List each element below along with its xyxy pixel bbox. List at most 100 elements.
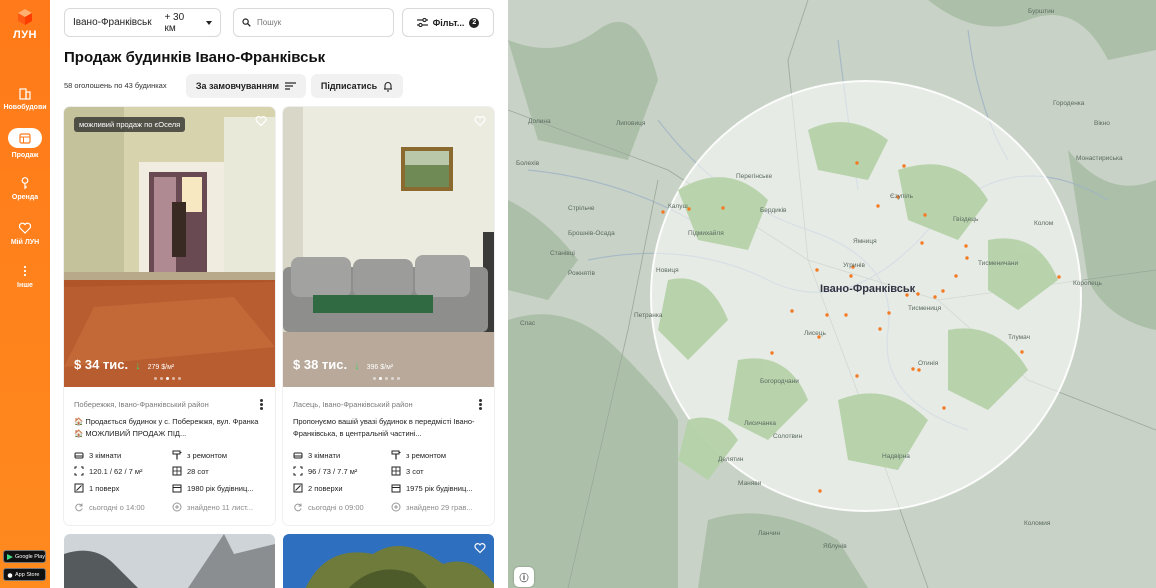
map-place-label: Тлумач [1008,334,1030,341]
sidebar-item-novobudovy[interactable]: Новобудови [0,86,50,112]
map-place-label: Спас [520,320,536,327]
app-store-badge[interactable]: App Store [3,568,46,581]
photo-carousel-dots[interactable] [154,377,181,380]
google-play-badge[interactable]: Google Play [3,550,46,563]
living-room-photo-image [283,107,494,387]
map-place-label: Стрільче [568,205,595,212]
listings-panel: Івано-Франківськ + 30 км Фільт... 2 Прод… [50,0,508,588]
spec-area: 120.1 / 62 / 7 м² [74,466,143,476]
map-place-label: Калуш [668,203,688,210]
map-place-label: Тисмениця [908,305,942,312]
search-box[interactable] [233,8,394,37]
sidebar-item-orenda[interactable]: Оренда [0,176,50,202]
price-per-m2: 279 $/м² [147,364,175,371]
map-place-label: Підмихайля [688,230,724,237]
map-place-label: Лисець [804,330,826,337]
paint-roller-icon [391,450,401,460]
filters-button[interactable]: Фільт... 2 [402,8,494,37]
favorite-heart-icon[interactable] [474,542,486,554]
sidebar-item-label: Продаж [11,152,39,159]
map-place-label: Станівці [550,250,575,257]
spec-found[interactable]: знайдено 29 грав... [391,502,473,512]
refresh-icon [75,503,83,512]
cube-logo-icon [16,8,34,26]
price-row: $ 38 тис. ↓ 396 $/м² [293,357,393,372]
listing-details: Ласець, Івано-Франківський район Пропону… [283,387,494,525]
favorite-heart-icon[interactable] [474,115,486,127]
info-icon[interactable]: ⓘ [514,567,534,587]
filters-bar: Івано-Франківськ + 30 км Фільт... 2 [64,8,494,37]
filters-label: Фільт... [432,17,465,28]
listing-locality[interactable]: Ласець, Івано-Франківський район [293,400,413,409]
floors-icon [74,483,84,493]
listing-description: Пропонуємо вашій увазі будинок в передмі… [293,417,475,438]
map-place-label: Ланчин [758,530,781,537]
map-place-label: Вікно [1094,120,1110,127]
listing-card[interactable] [283,534,494,588]
eoselia-tag: можливий продаж по єОселя [74,117,186,132]
sort-icon [285,82,297,90]
listing-photo [283,534,494,588]
map-place-label: Бердиків [760,207,787,214]
google-play-icon [7,553,13,560]
sidebar-item-prodazh[interactable]: Продаж [0,128,50,160]
spec-land: 28 сот [172,466,209,476]
sliders-icon [416,18,428,27]
more-icon [23,265,27,277]
map-place-label: Тисменичани [978,260,1019,267]
price-row: $ 34 тис. ↓ 279 $/м² [74,357,174,372]
spec-rooms: 3 кімнати [74,450,121,460]
kebab-menu-icon[interactable] [260,399,263,410]
map-view[interactable]: Івано-Франківськ Бурштин Калуш Перегінсь… [508,0,1156,588]
map-place-label: Брошнів-Осада [568,230,615,237]
sidebar-item-miy-lun[interactable]: Мій ЛУН [0,221,50,247]
map-place-label: Яблунів [823,543,847,550]
map-place-label: Богородчани [760,378,799,385]
listing-count: 58 оголошень по 43 будинках [64,81,167,90]
refresh-icon [294,503,302,512]
listing-photo [64,534,275,588]
sort-button[interactable]: За замовчуванням [186,74,306,98]
subscribe-button[interactable]: Підписатись [311,74,403,98]
lun-logo[interactable]: ЛУН [8,8,42,41]
map-city-label: Івано-Франківськ [820,283,916,295]
map-place-label: Коропець [1073,280,1102,287]
map-place-label: Перегінське [736,173,773,180]
spec-found[interactable]: знайдено 11 лист... [172,502,253,512]
price-down-arrow-icon: ↓ [135,360,141,372]
map-place-label: Єзупіль [890,193,913,200]
calendar-icon [391,484,401,493]
favorite-heart-icon[interactable] [255,115,267,127]
house-sale-icon [19,132,31,144]
map-place-label: Бурштин [1028,8,1055,15]
map-place-label: Ямниця [853,238,877,245]
paint-roller-icon [172,450,182,460]
city-value: Івано-Франківськ [73,17,152,28]
calendar-icon [172,484,182,493]
sidebar-item-inshe[interactable]: Інше [0,264,50,290]
photo-carousel-dots[interactable] [373,377,400,380]
search-input[interactable] [257,18,377,27]
price: $ 38 тис. [293,357,348,372]
price: $ 34 тис. [74,357,129,372]
map-place-label: Надвірна [882,453,910,460]
listing-photo[interactable]: можливий продаж по єОселя $ 34 тис. ↓ 27… [64,107,275,387]
map-place-label: Колом [1034,220,1054,227]
map-place-label: Липовиця [616,120,646,127]
listing-card[interactable] [64,534,275,588]
map-place-label: Болехів [516,160,540,167]
filters-count-badge: 2 [469,17,480,28]
map-place-label: Петранка [634,312,663,319]
spec-floors: 1 поверх [74,483,119,493]
radius-value: + 30 км [164,11,185,34]
kebab-menu-icon[interactable] [479,399,482,410]
map-place-label: Отинія [918,360,939,367]
building-icon [19,88,31,100]
listing-photo[interactable]: $ 38 тис. ↓ 396 $/м² [283,107,494,387]
city-radius-select[interactable]: Івано-Франківськ + 30 км [64,8,221,37]
listing-card[interactable]: можливий продаж по єОселя $ 34 тис. ↓ 27… [64,107,275,525]
listing-locality[interactable]: Побережжя, Івано-Франківський район [74,400,209,409]
listing-card[interactable]: $ 38 тис. ↓ 396 $/м² Ласець, Івано-Франк… [283,107,494,525]
apple-icon [7,572,13,578]
price-down-arrow-icon: ↓ [354,360,360,372]
